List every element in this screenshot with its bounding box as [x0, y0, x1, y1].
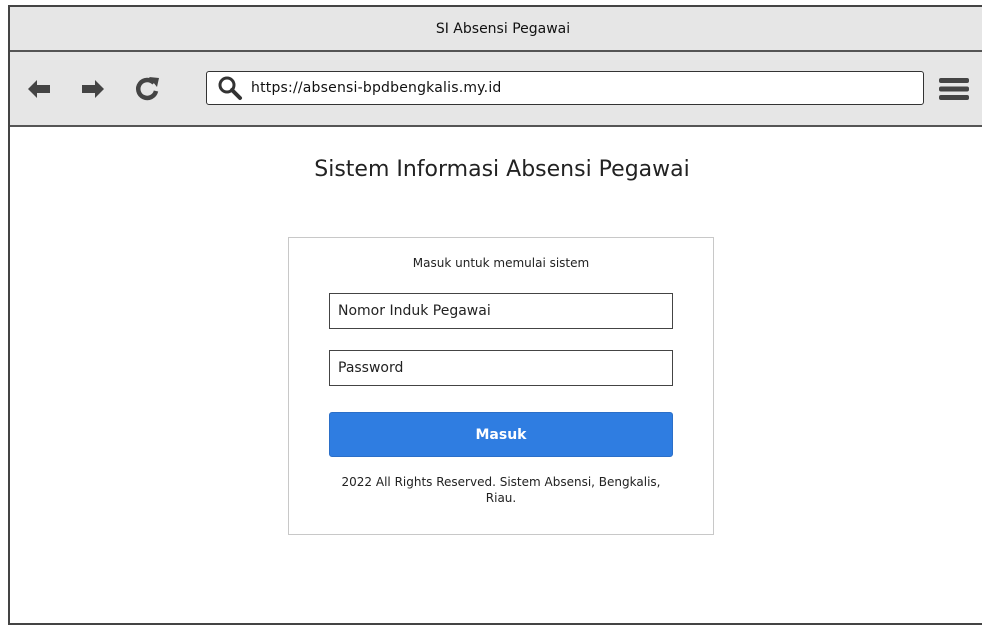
- window-titlebar: SI Absensi Pegawai: [10, 7, 982, 52]
- address-bar[interactable]: https://absensi-bpdbengkalis.my.id: [206, 71, 924, 105]
- reload-button[interactable]: [132, 74, 162, 104]
- nip-placeholder: Nomor Induk Pegawai: [338, 303, 491, 319]
- back-arrow-icon: [28, 80, 50, 98]
- browser-toolbar: https://absensi-bpdbengkalis.my.id: [10, 52, 982, 127]
- login-button[interactable]: Masuk: [329, 412, 673, 457]
- page-content: Sistem Informasi Absensi Pegawai Masuk u…: [10, 127, 982, 607]
- browser-menu-button[interactable]: [936, 74, 972, 104]
- password-input[interactable]: Password: [329, 350, 673, 386]
- window-title: SI Absensi Pegawai: [435, 20, 571, 37]
- back-button[interactable]: [24, 74, 54, 104]
- page-title: Sistem Informasi Absensi Pegawai: [314, 157, 690, 182]
- forward-button[interactable]: [78, 74, 108, 104]
- login-button-label: Masuk: [475, 426, 527, 443]
- search-icon: [218, 76, 242, 100]
- nip-input[interactable]: Nomor Induk Pegawai: [329, 293, 673, 329]
- forward-arrow-icon: [82, 80, 104, 98]
- browser-window: SI Absensi Pegawai https://absensi-bpdbe…: [8, 5, 982, 625]
- login-subtitle: Masuk untuk memulai sistem: [412, 256, 590, 270]
- login-card: Masuk untuk memulai sistem Nomor Induk P…: [288, 237, 714, 535]
- url-text[interactable]: https://absensi-bpdbengkalis.my.id: [251, 80, 502, 96]
- footer-text: 2022 All Rights Reserved. Sistem Absensi…: [341, 475, 661, 505]
- password-placeholder: Password: [338, 360, 404, 376]
- reload-icon: [136, 77, 159, 101]
- hamburger-menu-icon: [939, 78, 969, 100]
